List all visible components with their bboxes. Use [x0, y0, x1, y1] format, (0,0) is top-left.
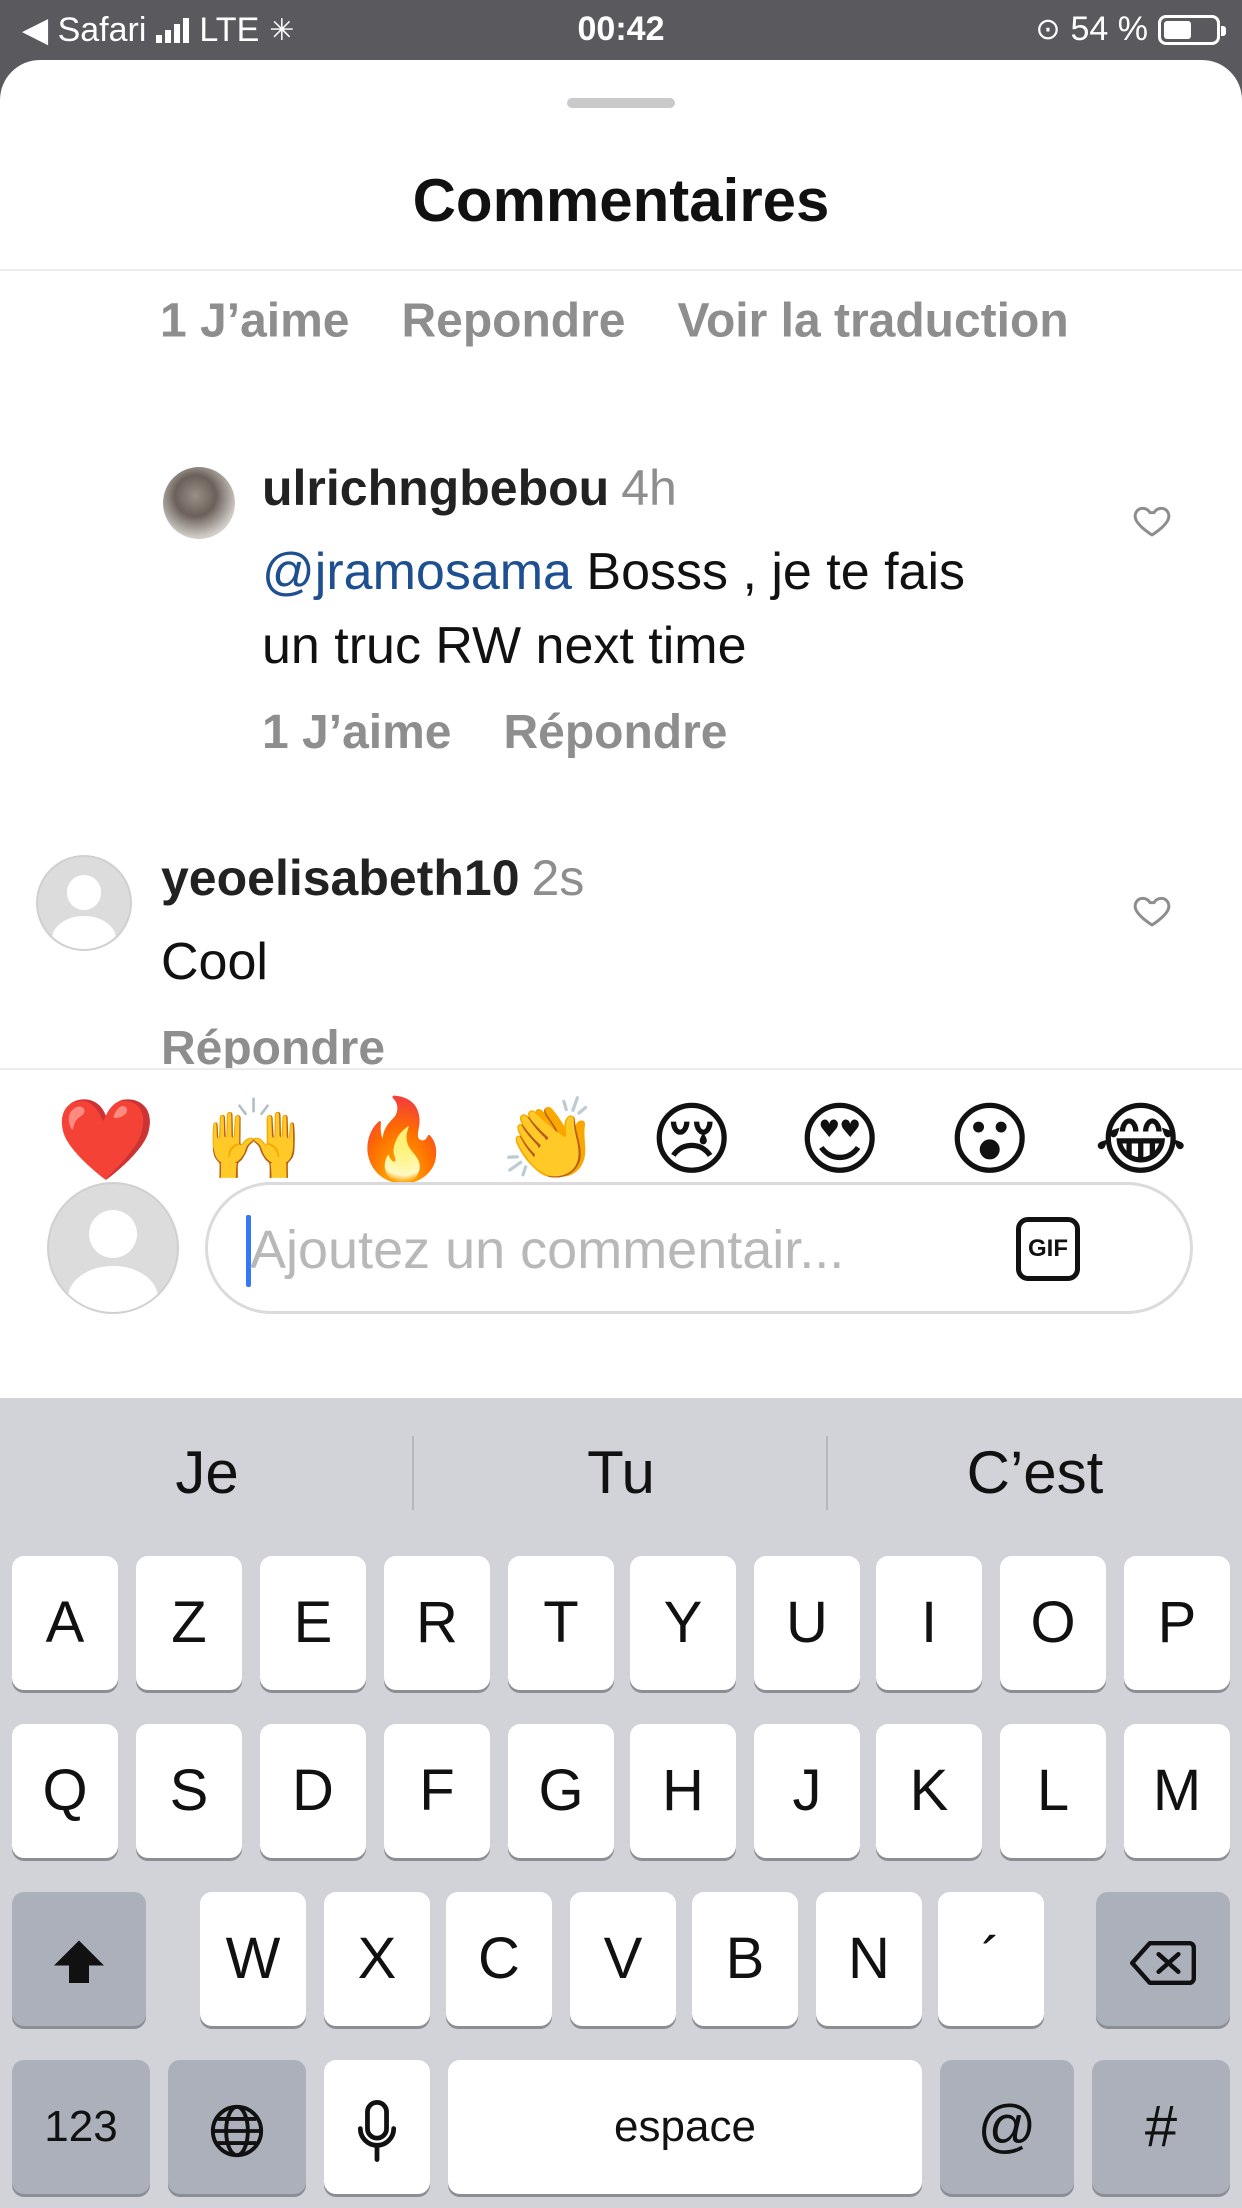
like-heart-icon[interactable] — [1132, 890, 1172, 930]
emoji-raising-hands[interactable]: 🙌 — [204, 1088, 304, 1192]
emoji-heart[interactable]: ❤️ — [56, 1088, 156, 1192]
globe-icon — [210, 2104, 264, 2157]
comment-username[interactable]: yeoelisabeth10 — [161, 850, 520, 906]
comment-actions: 1 J’aime Répondre — [262, 705, 727, 760]
previous-comment-actions: 1 J’aime Repondre Voir la traduction — [160, 294, 1069, 349]
key-j[interactable]: J — [754, 1724, 860, 1858]
suggestion-3[interactable]: C’est — [828, 1438, 1242, 1507]
avatar-head-shape — [88, 1209, 138, 1259]
avatar-body-shape — [68, 1265, 158, 1312]
key-s[interactable]: S — [136, 1724, 242, 1858]
avatar[interactable] — [36, 855, 132, 951]
comment-time: 4h — [621, 460, 677, 516]
shift-key[interactable] — [12, 1892, 146, 2026]
comment-text: Cool — [161, 925, 268, 999]
key-p[interactable]: P — [1124, 1556, 1230, 1690]
numbers-key[interactable]: 123 — [12, 2060, 150, 2194]
key-a[interactable]: A — [12, 1556, 118, 1690]
key-t[interactable]: T — [508, 1556, 614, 1690]
reply-button[interactable]: Repondre — [401, 294, 625, 349]
microphone-icon — [357, 2099, 397, 2162]
key-b[interactable]: B — [692, 1892, 798, 2026]
key-x[interactable]: X — [324, 1892, 430, 2026]
key-v[interactable]: V — [570, 1892, 676, 2026]
predictive-bar: Je Tu C’est — [0, 1398, 1242, 1548]
backspace-key[interactable] — [1096, 1892, 1230, 2026]
translate-button[interactable]: Voir la traduction — [677, 294, 1068, 349]
key-e[interactable]: E — [260, 1556, 366, 1690]
key-g[interactable]: G — [508, 1724, 614, 1858]
at-key[interactable]: @ — [940, 2060, 1074, 2194]
key-accent[interactable]: ´ — [938, 1892, 1044, 2026]
key-m[interactable]: M — [1124, 1724, 1230, 1858]
backspace-icon — [1130, 1940, 1196, 1985]
emoji-heart-eyes[interactable]: 😍 — [798, 1088, 881, 1192]
shift-icon — [54, 1940, 104, 1983]
emoji-crying[interactable]: 😢 — [650, 1088, 733, 1192]
emoji-surprised[interactable]: 😮 — [948, 1088, 1031, 1192]
comment-input[interactable]: Ajoutez un commentair... GIF — [205, 1182, 1193, 1314]
likes-count[interactable]: 1 J’aime — [262, 705, 451, 760]
gif-button[interactable]: GIF — [1016, 1217, 1080, 1281]
key-l[interactable]: L — [1000, 1724, 1106, 1858]
comment-text-line2: un truc RW next time — [262, 617, 747, 675]
emoji-fire[interactable]: 🔥 — [352, 1088, 452, 1192]
likes-count[interactable]: 1 J’aime — [160, 294, 349, 349]
comments-list[interactable]: 1 J’aime Repondre Voir la traduction ulr… — [0, 271, 1242, 1129]
comment-text-line1: Cool — [161, 933, 268, 991]
like-heart-icon[interactable] — [1132, 500, 1172, 540]
comment-input-placeholder: Ajoutez un commentair... — [250, 1220, 845, 1280]
comment-text: @jramosama Bosss , je te fais un truc RW… — [262, 535, 965, 683]
battery-percent: 54 % — [1070, 10, 1149, 48]
comment-text-line1: Bosss , je te fais — [571, 543, 966, 601]
comment-time: 2s — [531, 850, 585, 906]
status-bar: ◀ Safari LTE ✳ 00:42 ⊙ 54 % — [0, 0, 1242, 62]
key-d[interactable]: D — [260, 1724, 366, 1858]
emoji-clapping[interactable]: 👏 — [500, 1088, 600, 1192]
dictation-key[interactable] — [324, 2060, 430, 2194]
avatar-body-shape — [51, 915, 117, 949]
avatar[interactable] — [163, 467, 235, 539]
comment-username[interactable]: ulrichngbebou — [262, 460, 609, 516]
key-n[interactable]: N — [816, 1892, 922, 2026]
emoji-reaction-bar: ❤️ 🙌 🔥 👏 😢 😍 😮 😂 — [0, 1088, 1242, 1192]
key-y[interactable]: Y — [630, 1556, 736, 1690]
globe-key[interactable] — [168, 2060, 306, 2194]
space-key[interactable]: espace — [448, 2060, 922, 2194]
hash-key[interactable]: # — [1092, 2060, 1230, 2194]
key-u[interactable]: U — [754, 1556, 860, 1690]
orientation-lock-icon: ⊙ — [1035, 13, 1061, 46]
key-o[interactable]: O — [1000, 1556, 1106, 1690]
comment-header: ulrichngbebou 4h — [262, 459, 677, 517]
key-c[interactable]: C — [446, 1892, 552, 2026]
key-h[interactable]: H — [630, 1724, 736, 1858]
suggestion-2[interactable]: Tu — [414, 1438, 828, 1507]
sheet-grabber[interactable] — [567, 98, 675, 108]
composer-avatar[interactable] — [47, 1182, 179, 1314]
suggestion-1[interactable]: Je — [0, 1438, 414, 1507]
key-i[interactable]: I — [876, 1556, 982, 1690]
status-right: ⊙ 54 % — [1035, 10, 1226, 49]
key-q[interactable]: Q — [12, 1724, 118, 1858]
battery-icon — [1158, 14, 1226, 45]
emoji-laughing[interactable]: 😂 — [1094, 1088, 1187, 1192]
sheet-title: Commentaires — [412, 167, 830, 234]
key-k[interactable]: K — [876, 1724, 982, 1858]
key-w[interactable]: W — [200, 1892, 306, 2026]
reply-button[interactable]: Répondre — [503, 705, 727, 760]
keyboard: Je Tu C’est A Z E R T Y U I O P Q S D F … — [0, 1398, 1242, 2208]
key-f[interactable]: F — [384, 1724, 490, 1858]
comment-header: yeoelisabeth10 2s — [161, 849, 584, 907]
avatar-head-shape — [66, 875, 102, 911]
mention-link[interactable]: @jramosama — [262, 543, 572, 601]
key-r[interactable]: R — [384, 1556, 490, 1690]
key-z[interactable]: Z — [136, 1556, 242, 1690]
